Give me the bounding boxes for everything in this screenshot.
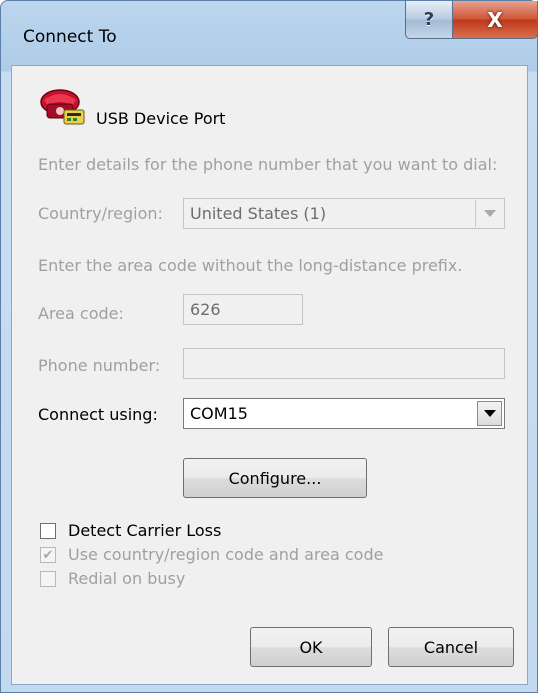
connect-using-select[interactable]: COM15 — [183, 398, 505, 429]
connect-to-dialog: Connect To ? X USB Device Port Enter det… — [0, 0, 538, 693]
country-value: United States (1) — [190, 204, 327, 223]
detect-carrier-loss-checkbox[interactable] — [40, 523, 56, 539]
phone-number-field[interactable] — [183, 348, 505, 379]
connect-using-value: COM15 — [190, 404, 248, 423]
redial-on-busy-label[interactable]: Redial on busy — [68, 569, 185, 588]
checkmark-icon: ✔ — [42, 547, 54, 563]
cancel-button[interactable]: Cancel — [388, 627, 514, 667]
connection-name: USB Device Port — [96, 109, 226, 128]
country-select[interactable]: United States (1) — [183, 198, 505, 229]
area-instruction: Enter the area code without the long-dis… — [38, 256, 463, 275]
ok-button[interactable]: OK — [250, 627, 372, 667]
country-label: Country/region: — [38, 204, 163, 223]
redial-on-busy-checkbox[interactable] — [40, 571, 56, 587]
phone-number-label: Phone number: — [38, 356, 161, 375]
use-country-code-checkbox[interactable]: ✔ — [40, 547, 56, 563]
window-title: Connect To — [23, 27, 117, 47]
area-code-label: Area code: — [38, 304, 124, 323]
dialog-body: USB Device Port Enter details for the ph… — [11, 65, 528, 685]
phone-instruction: Enter details for the phone number that … — [38, 155, 498, 174]
phone-modem-icon — [40, 89, 85, 125]
detect-carrier-loss-label[interactable]: Detect Carrier Loss — [68, 521, 221, 540]
use-country-code-label[interactable]: Use country/region code and area code — [68, 545, 383, 564]
chevron-down-icon — [477, 401, 502, 426]
help-button[interactable]: ? — [405, 1, 453, 39]
area-code-value: 626 — [190, 300, 221, 319]
close-button[interactable]: X — [452, 1, 538, 39]
connect-using-label: Connect using: — [38, 405, 158, 424]
chevron-down-icon — [475, 200, 503, 227]
configure-button[interactable]: Configure... — [183, 458, 367, 498]
title-bar[interactable]: Connect To ? X — [1, 1, 538, 65]
area-code-field[interactable]: 626 — [183, 294, 303, 325]
